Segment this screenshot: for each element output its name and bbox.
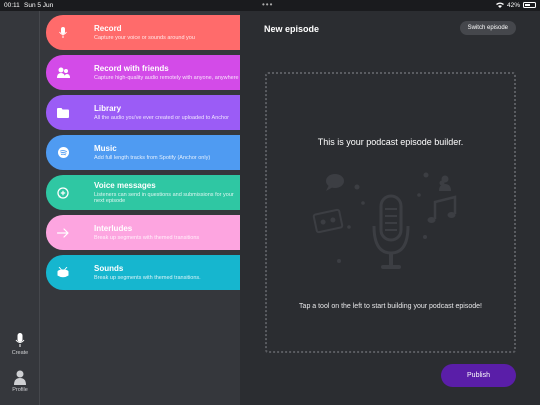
publish-button[interactable]: Publish (441, 364, 516, 387)
tool-title: Music (94, 143, 117, 153)
multitask-dots-icon[interactable]: ••• (262, 0, 273, 9)
tool-title: Library (94, 103, 122, 113)
arrow-right-icon (57, 227, 69, 238)
tool-library[interactable]: Library All the audio you've ever create… (46, 95, 267, 130)
status-time: 00:11 (4, 1, 20, 9)
status-bar: 00:11 Sun 5 Jun ••• 42% (0, 0, 540, 11)
status-right: 42% (495, 1, 536, 9)
battery-fill (525, 4, 530, 6)
rail-profile-label: Profile (12, 387, 28, 393)
tool-voice-messages[interactable]: Voice messages Listeners can send in que… (46, 175, 267, 210)
builder-illustration (312, 172, 457, 269)
wifi-icon (495, 2, 504, 8)
left-rail: Create Profile (0, 11, 40, 405)
tool-title: Voice messages (94, 180, 156, 190)
tool-desc: Break up segments with themed transition… (94, 274, 201, 281)
tool-desc: Listeners can send in questions and subm… (94, 191, 234, 205)
microphone-icon (372, 194, 410, 269)
tool-desc: Break up segments with themed transition… (94, 234, 200, 241)
rail-create[interactable]: Create (0, 333, 40, 356)
microphone-icon (59, 27, 67, 38)
speech-bubble-icon (326, 174, 344, 191)
tool-music[interactable]: Music Add full length tracks from Spotif… (46, 135, 267, 170)
tool-desc: Capture high-quality audio remotely with… (94, 74, 239, 81)
profile-icon (14, 370, 26, 385)
tool-title: Record with friends (94, 63, 169, 73)
rail-profile[interactable]: Profile (0, 370, 40, 393)
status-date: Sun 5 Jun (24, 1, 54, 9)
battery-icon (523, 2, 536, 8)
microphone-icon (15, 333, 25, 347)
cassette-icon (312, 208, 344, 234)
page-title: New episode (264, 24, 320, 34)
voice-message-icon (57, 186, 69, 199)
friends-icon (56, 67, 70, 78)
builder-hint: Tap a tool on the left to start building… (299, 303, 482, 310)
tool-sounds[interactable]: Sounds Break up segments with themed tra… (46, 255, 267, 290)
tool-title: Sounds (94, 263, 124, 273)
tool-desc: Add full length tracks from Spotify (Anc… (94, 154, 211, 161)
drum-icon (57, 267, 69, 278)
tool-title: Interludes (94, 223, 133, 233)
person-icon (439, 175, 451, 191)
tool-record-with-friends[interactable]: Record with friends Capture high-quality… (46, 55, 267, 90)
tools-panel: Record Capture your voice or sounds arou… (40, 11, 267, 405)
music-note-icon (427, 195, 457, 223)
tool-title: Record (94, 23, 122, 33)
battery-percent: 42% (506, 1, 520, 9)
episode-builder-pane: New episode Switch episode This is your … (240, 11, 540, 405)
spotify-icon (57, 147, 69, 158)
builder-dropzone[interactable]: This is your podcast episode builder. Ta… (265, 72, 516, 353)
tool-record[interactable]: Record Capture your voice or sounds arou… (46, 15, 267, 50)
rail-create-label: Create (11, 350, 29, 356)
switch-episode-button[interactable]: Switch episode (459, 21, 516, 35)
tool-interludes[interactable]: Interludes Break up segments with themed… (46, 215, 267, 250)
builder-heading: This is your podcast episode builder. (317, 137, 464, 147)
folder-icon (57, 107, 69, 118)
tool-desc: Capture your voice or sounds around you (94, 34, 195, 41)
tool-desc: All the audio you've ever created or upl… (94, 114, 229, 121)
